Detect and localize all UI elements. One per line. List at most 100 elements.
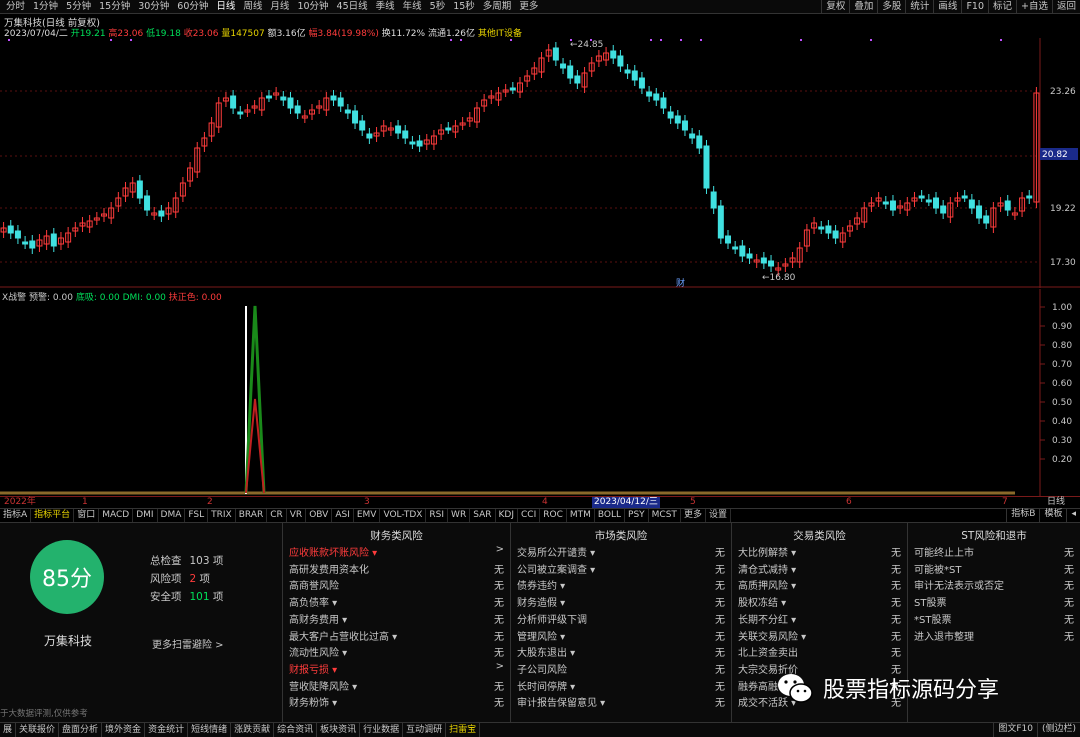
period-tab[interactable]: 45日线 [333,0,372,14]
period-tab[interactable]: 5分钟 [62,0,95,14]
status-right-button[interactable]: (侧边栏) [1036,722,1080,737]
status-tab[interactable]: 展 [0,723,17,737]
period-tab[interactable]: 15秒 [449,0,479,14]
status-tab[interactable]: 互动调研 [403,723,447,737]
toolbar-button[interactable]: F10 [961,0,988,14]
period-tab[interactable]: 月线 [266,0,293,14]
period-tab[interactable]: 30分钟 [134,0,173,14]
status-tab[interactable]: 板块资讯 [317,723,361,737]
risk-item[interactable]: *ST股票 无 [914,611,1074,627]
indicator-tab[interactable]: SAR [470,509,496,522]
period-tab[interactable]: 60分钟 [173,0,212,14]
risk-item[interactable]: 进入退市整理 无 [914,628,1074,644]
risk-item[interactable]: 审计无法表示或否定 无 [914,577,1074,593]
indicator-tab[interactable]: MCST [649,509,681,522]
risk-item[interactable]: 长期不分红 ▾ 无 [738,611,901,627]
period-tab[interactable]: 年线 [399,0,426,14]
more-scan-link[interactable]: 更多扫雷避险 > [152,636,224,651]
toolbar-button[interactable]: 标记 [988,0,1016,14]
period-tab[interactable]: 分时 [2,0,29,14]
risk-item[interactable]: 交易所公开谴责 ▾ 无 [517,544,725,560]
toolbar-button[interactable]: 复权 [821,0,849,14]
status-tab[interactable]: 境外资金 [102,723,146,737]
risk-item[interactable]: 高质押风险 ▾ 无 [738,577,901,593]
risk-item[interactable]: 大比例解禁 ▾ 无 [738,544,901,560]
indicator-tab[interactable]: VR [287,509,307,522]
indicator-chart[interactable]: X战警 预警: 0.00 底吸: 0.00 DMI: 0.00 扶正色: 0.0… [0,289,1080,496]
status-tab[interactable]: 短线情绪 [188,723,232,737]
risk-item[interactable]: 股权冻结 ▾ 无 [738,594,901,610]
candlestick-chart[interactable]: 23.2620.8219.2217.3020.82←24.85←16.80财 [0,38,1080,288]
toolbar-button[interactable]: 叠加 [849,0,877,14]
indicator-tab[interactable]: BRAR [236,509,268,522]
indicator-tab[interactable]: CCI [518,509,541,522]
indicator-tab[interactable]: 更多 [681,509,706,522]
status-tab[interactable]: 涨跌贡献 [231,723,275,737]
indicator-tab[interactable]: ROC [540,509,567,522]
risk-item[interactable]: 应收账款坏账风险 ▾ > [289,544,504,560]
indicator-tab[interactable]: DMI [133,509,158,522]
risk-item[interactable]: 大股东退出 ▾ 无 [517,644,725,660]
risk-item[interactable]: 财务粉饰 ▾ 无 [289,694,504,710]
indicator-tab[interactable]: FSL [185,509,209,522]
period-tab[interactable]: 1分钟 [29,0,62,14]
indicator-tab[interactable]: 指标A [0,509,32,522]
period-tab[interactable]: 15分钟 [95,0,134,14]
status-tab[interactable]: 资金统计 [145,723,189,737]
indicator-tab[interactable]: PSY [625,509,649,522]
risk-item[interactable]: 子公司风险 无 [517,661,725,677]
risk-item[interactable]: 高负债率 ▾ 无 [289,594,504,610]
risk-item[interactable]: 管理风险 ▾ 无 [517,628,725,644]
period-tab[interactable]: 日线 [212,0,239,14]
indicator-tab[interactable]: MTM [567,509,595,522]
period-tab[interactable]: 周线 [239,0,266,14]
period-tab[interactable]: 更多 [515,0,542,14]
indicator-tab-right[interactable]: ◂ [1066,508,1080,522]
indicator-tab[interactable]: TRIX [208,509,236,522]
risk-item[interactable]: 审计报告保留意见 ▾ 无 [517,694,725,710]
period-tab[interactable]: 10分钟 [293,0,332,14]
indicator-tab[interactable]: DMA [158,509,186,522]
risk-item[interactable]: 财报亏损 ▾ > [289,661,504,677]
indicator-tab[interactable]: KDJ [496,509,518,522]
indicator-tab[interactable]: CR [267,509,287,522]
indicator-tab[interactable]: 指标平台 [31,509,75,522]
indicator-tab[interactable]: 窗口 [74,509,100,522]
indicator-tab[interactable]: VOL-TDX [380,509,427,522]
indicator-tab[interactable]: RSI [426,509,449,522]
status-tab[interactable]: 盘面分析 [59,723,103,737]
status-tab[interactable]: 综合资讯 [274,723,318,737]
indicator-tab[interactable]: WR [448,509,471,522]
risk-item[interactable]: 最大客户占营收比过高 ▾ 无 [289,628,504,644]
risk-item[interactable]: 财务造假 ▾ 无 [517,594,725,610]
risk-item[interactable]: ST股票 无 [914,594,1074,610]
indicator-tab[interactable]: ASI [332,509,354,522]
risk-item[interactable]: 可能终止上市 无 [914,544,1074,560]
risk-item[interactable]: 可能被*ST 无 [914,561,1074,577]
risk-item[interactable]: 关联交易风险 ▾ 无 [738,628,901,644]
indicator-tab[interactable]: MACD [99,509,134,522]
risk-item[interactable]: 北上资金卖出 无 [738,644,901,660]
risk-item[interactable]: 长时间停牌 ▾ 无 [517,678,725,694]
status-right-button[interactable]: 图文F10 [993,722,1037,737]
indicator-tab[interactable]: OBV [306,509,333,522]
risk-item[interactable]: 高财务费用 ▾ 无 [289,611,504,627]
status-tab[interactable]: 行业数据 [360,723,404,737]
period-tab[interactable]: 季线 [372,0,399,14]
toolbar-button[interactable]: 返回 [1051,0,1080,14]
risk-item[interactable]: 高商誉风险 无 [289,577,504,593]
risk-item[interactable]: 流动性风险 ▾ 无 [289,644,504,660]
toolbar-button[interactable]: 画线 [933,0,961,14]
risk-item[interactable]: 清仓式减持 ▾ 无 [738,561,901,577]
indicator-tab[interactable]: BOLL [595,509,626,522]
period-tab[interactable]: 5秒 [426,0,450,14]
indicator-tab-right[interactable]: 模板 [1039,508,1066,522]
toolbar-button[interactable]: +自选 [1016,0,1052,14]
status-tab[interactable]: 关联报价 [16,723,60,737]
risk-item[interactable]: 高研发费用资本化 无 [289,561,504,577]
toolbar-button[interactable]: 统计 [905,0,933,14]
risk-item[interactable]: 公司被立案调查 ▾ 无 [517,561,725,577]
period-tab[interactable]: 多周期 [479,0,516,14]
indicator-tab[interactable]: EMV [354,509,381,522]
risk-item[interactable]: 分析师评级下调 无 [517,611,725,627]
